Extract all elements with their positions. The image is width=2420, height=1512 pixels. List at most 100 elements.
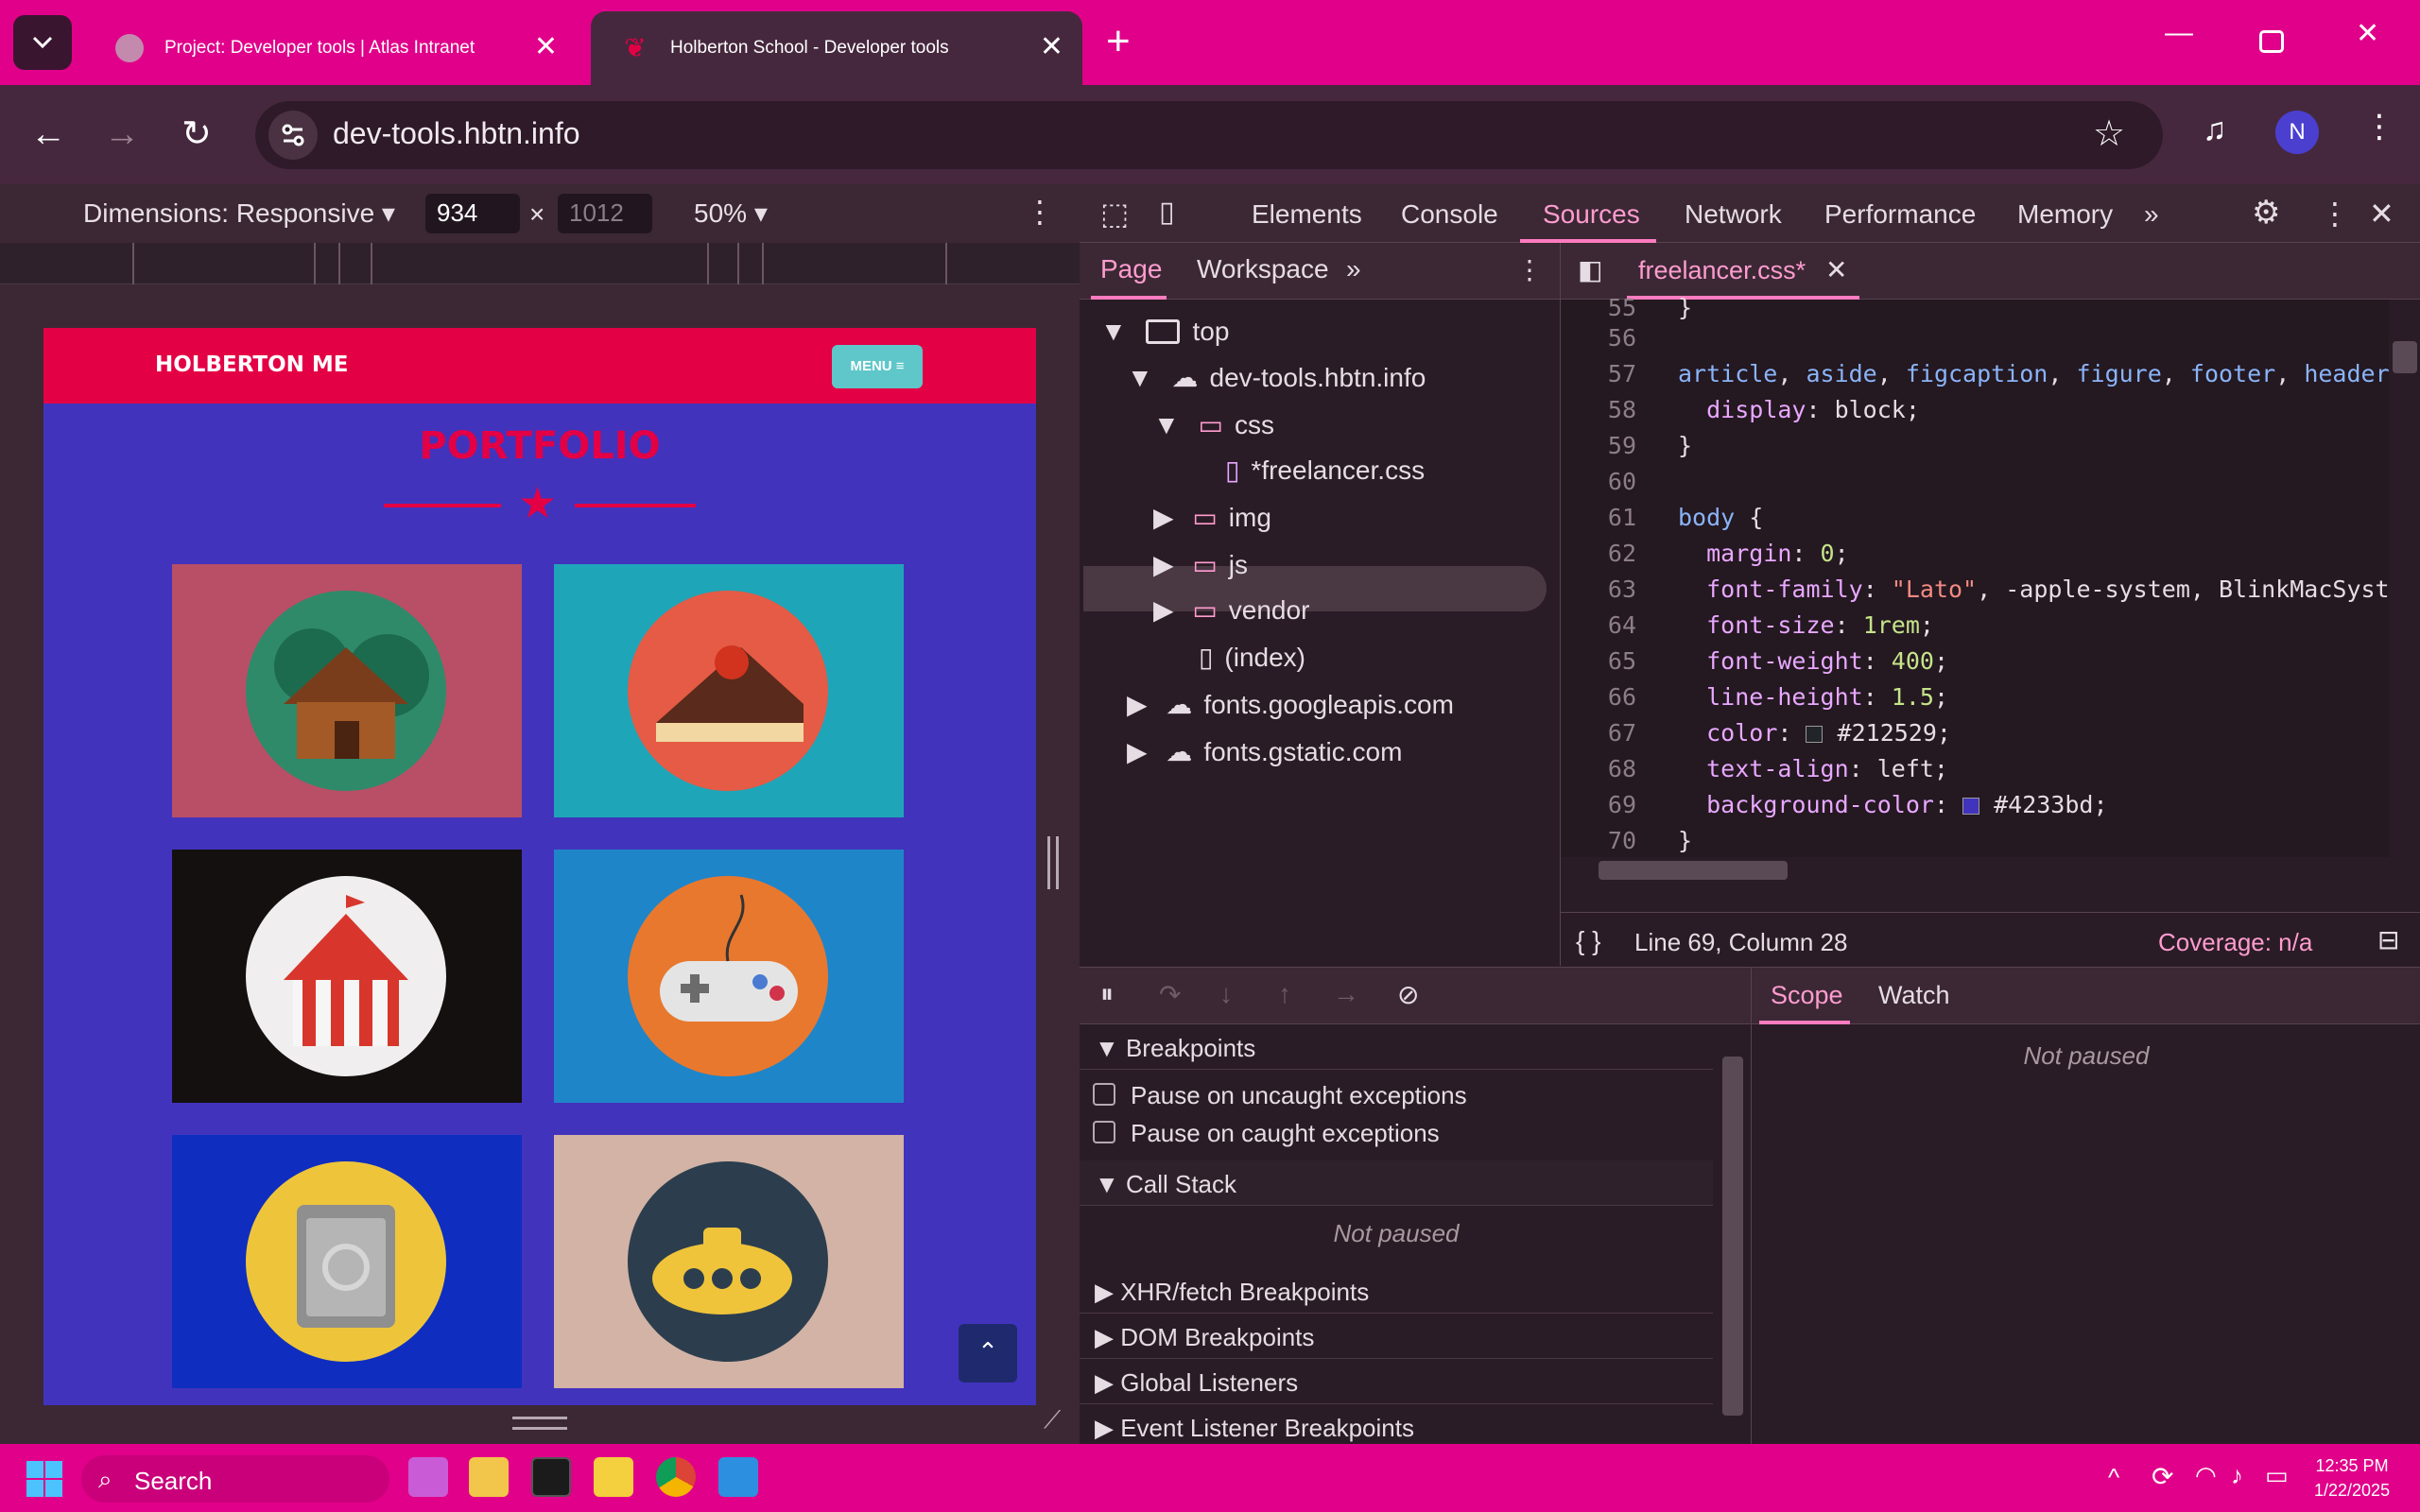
restore-button[interactable] — [2259, 30, 2284, 53]
site-brand[interactable]: HOLBERTON ME — [155, 352, 348, 377]
tree-item-domain[interactable]: ▼ ☁ dev-tools.hbtn.info — [1127, 362, 1426, 393]
reload-button[interactable]: ↻ — [182, 113, 212, 155]
settings-gear-icon[interactable]: ⚙ — [2252, 194, 2280, 232]
more-tabs-icon[interactable]: » — [2144, 199, 2159, 230]
tab-elements[interactable]: Elements — [1252, 199, 1362, 230]
close-devtools-icon[interactable]: ✕ — [2369, 196, 2394, 232]
portfolio-item-cabin[interactable] — [172, 564, 522, 817]
inspect-element-icon[interactable]: ⬚ — [1100, 196, 1129, 232]
resize-corner-icon[interactable]: ⟋ — [1044, 1405, 1061, 1435]
device-more-icon[interactable]: ⋮ — [1025, 194, 1055, 230]
zoom-select[interactable]: 50% ▾ — [694, 198, 768, 229]
wifi-icon[interactable]: ◠ — [2195, 1461, 2217, 1490]
pause-icon[interactable]: ⏸ — [1100, 979, 1114, 1010]
copilot-icon[interactable] — [408, 1457, 448, 1497]
horizontal-scrollbar[interactable] — [1561, 857, 2389, 884]
width-input[interactable]: 934 — [425, 194, 520, 233]
event-listener-breakpoints-header[interactable]: ▶ Event Listener Breakpoints — [1080, 1404, 1713, 1450]
global-listeners-header[interactable]: ▶ Global Listeners — [1080, 1359, 1713, 1404]
tab-page[interactable]: Page — [1100, 254, 1162, 284]
minimize-button[interactable]: — — [2165, 17, 2193, 49]
devtools-more-icon[interactable]: ⋮ — [2320, 196, 2350, 232]
toggle-navigator-icon[interactable]: ◧ — [1578, 254, 1602, 285]
more-menu-icon[interactable]: ⋮ — [2363, 108, 2395, 146]
resize-handle-right[interactable] — [1047, 836, 1059, 889]
code-view[interactable]: 55} 56 57 article, aside, figcaption, fig… — [1561, 294, 2390, 857]
close-tab-icon[interactable]: ✕ — [534, 30, 558, 64]
forward-button[interactable]: → — [104, 113, 140, 155]
deactivate-breakpoints-icon[interactable]: ⊘ — [1397, 979, 1419, 1010]
step-over-icon[interactable]: ↷ — [1159, 979, 1181, 1010]
tree-item-vendor[interactable]: ▶ ▭ vendor — [1153, 594, 1309, 626]
pause-caught-row[interactable]: Pause on caught exceptions — [1080, 1109, 1713, 1149]
terminal-icon[interactable] — [531, 1457, 571, 1497]
tree-item-js[interactable]: ▶ ▭ js — [1153, 549, 1248, 580]
bookmark-star-icon[interactable]: ☆ — [2093, 112, 2125, 155]
sync-icon[interactable]: ⟳ — [2152, 1461, 2173, 1492]
vertical-scrollbar[interactable] — [2389, 300, 2420, 857]
tree-item-css[interactable]: ▼ ▭ css — [1153, 409, 1274, 440]
tree-item-freelancer-css[interactable]: ▯ *freelancer.css — [1214, 455, 1425, 486]
tab-atlas[interactable]: Project: Developer tools | Atlas Intrane… — [85, 11, 577, 85]
portfolio-item-circus[interactable] — [172, 850, 522, 1103]
coverage-status[interactable]: Coverage: n/a — [2158, 928, 2312, 957]
new-tab-button[interactable]: + — [1106, 19, 1131, 64]
media-query-ruler[interactable] — [0, 243, 1080, 284]
editor-file-tab[interactable]: freelancer.css* — [1638, 256, 1806, 285]
height-input[interactable]: 1012 — [558, 194, 652, 233]
device-toggle-icon[interactable]: ▯ — [1159, 196, 1175, 229]
avatar[interactable]: N — [2275, 111, 2319, 154]
portfolio-item-submarine[interactable] — [554, 1135, 904, 1388]
toggle-drawer-icon[interactable]: ⊟ — [2377, 924, 2399, 955]
xhr-breakpoints-header[interactable]: ▶ XHR/fetch Breakpoints — [1080, 1268, 1713, 1314]
portfolio-item-safe[interactable] — [172, 1135, 522, 1388]
menu-button[interactable]: MENU ≡ — [832, 345, 923, 388]
dom-breakpoints-header[interactable]: ▶ DOM Breakpoints — [1080, 1314, 1713, 1359]
pretty-print-icon[interactable]: { } — [1576, 926, 1600, 956]
vscode-icon[interactable] — [718, 1457, 758, 1497]
back-button[interactable]: ← — [30, 113, 66, 155]
tree-item-index[interactable]: ▯ (index) — [1187, 642, 1305, 673]
taskbar-search[interactable]: ⌕ Search — [81, 1455, 389, 1503]
tab-network[interactable]: Network — [1685, 199, 1782, 230]
tab-console[interactable]: Console — [1401, 199, 1498, 230]
tree-item-top[interactable]: ▼ top — [1100, 317, 1229, 347]
step-out-icon[interactable]: ↑ — [1278, 979, 1291, 1009]
tab-watch[interactable]: Watch — [1878, 981, 1950, 1010]
battery-icon[interactable]: ▭ — [2265, 1461, 2289, 1490]
step-icon[interactable]: → — [1333, 979, 1359, 1009]
checkbox[interactable] — [1093, 1121, 1115, 1143]
close-window-button[interactable]: ✕ — [2356, 17, 2379, 50]
pause-uncaught-row[interactable]: Pause on uncaught exceptions — [1080, 1072, 1713, 1111]
tree-item-fonts-googleapis[interactable]: ▶ ☁ fonts.googleapis.com — [1127, 689, 1454, 720]
tab-workspace[interactable]: Workspace — [1197, 254, 1329, 284]
portfolio-item-game[interactable] — [554, 850, 904, 1103]
tree-item-fonts-gstatic[interactable]: ▶ ☁ fonts.gstatic.com — [1127, 736, 1402, 767]
debugger-scrollbar[interactable] — [1715, 1024, 1751, 1445]
tab-sources[interactable]: Sources — [1543, 199, 1640, 230]
back-to-top-button[interactable]: ⌃ — [959, 1324, 1017, 1383]
tab-memory[interactable]: Memory — [2017, 199, 2113, 230]
close-tab-icon[interactable]: ✕ — [1040, 30, 1063, 64]
step-into-icon[interactable]: ↓ — [1219, 979, 1233, 1009]
tab-search-button[interactable] — [13, 15, 72, 70]
url-text[interactable]: dev-tools.hbtn.info — [333, 116, 580, 151]
tree-item-img[interactable]: ▶ ▭ img — [1153, 502, 1271, 533]
tab-scope[interactable]: Scope — [1771, 981, 1843, 1010]
site-info-icon[interactable] — [268, 111, 318, 160]
resize-handle-bottom[interactable] — [512, 1417, 567, 1430]
tab-holberton[interactable]: ❦ Holberton School - Developer tools ✕ — [591, 11, 1082, 85]
chrome-icon[interactable] — [656, 1457, 696, 1497]
file-explorer-icon[interactable] — [469, 1457, 509, 1497]
tab-performance[interactable]: Performance — [1824, 199, 1976, 230]
tray-overflow-icon[interactable]: ^ — [2108, 1463, 2119, 1492]
call-stack-header[interactable]: ▼ Call Stack — [1080, 1160, 1713, 1206]
breakpoints-header[interactable]: ▼ Breakpoints — [1080, 1024, 1713, 1070]
volume-icon[interactable]: ♪ — [2231, 1461, 2243, 1490]
sticky-notes-icon[interactable] — [594, 1457, 633, 1497]
navigator-more-icon[interactable]: ⋮ — [1516, 254, 1543, 285]
portfolio-item-cake[interactable] — [554, 564, 904, 817]
dimensions-select[interactable]: Dimensions: Responsive ▾ — [83, 198, 395, 229]
system-clock[interactable]: 12:35 PM 1/22/2025 — [2314, 1453, 2390, 1503]
media-controls-icon[interactable]: ♫ — [2203, 112, 2227, 148]
